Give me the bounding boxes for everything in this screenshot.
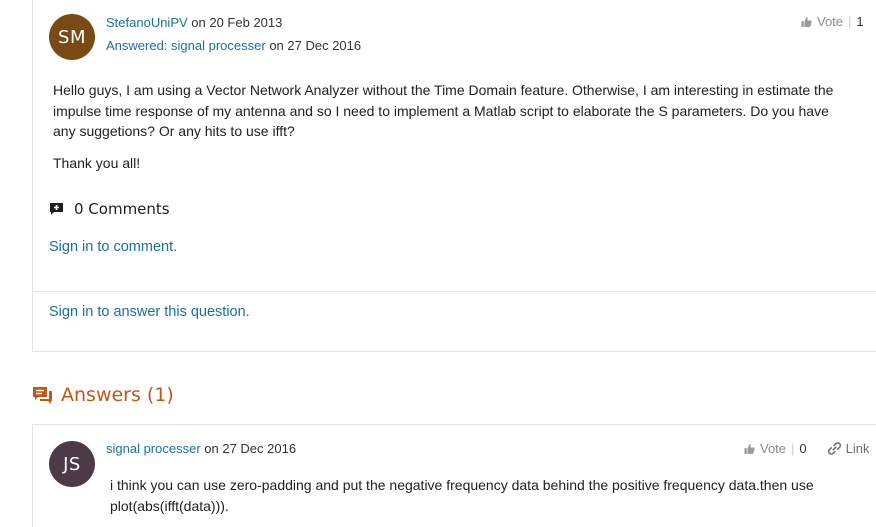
answered-line: Answered: signal processer on 27 Dec 201…: [106, 38, 361, 53]
answers-heading: Answers (1): [32, 384, 174, 406]
question-vote[interactable]: Vote | 1: [801, 14, 864, 29]
vote-count: 1: [856, 14, 864, 29]
answered-date: 27 Dec 2016: [287, 38, 362, 53]
comments-header: 0 Comments: [49, 200, 170, 218]
avatar[interactable]: JS: [49, 441, 95, 487]
vote-separator: |: [848, 14, 852, 29]
vote-label: Vote: [760, 441, 787, 456]
sign-in-to-comment-link[interactable]: Sign in to comment.: [49, 239, 177, 255]
answer-actions: Vote | 0 Link: [744, 441, 870, 456]
answered-by-link[interactable]: Answered: signal processer: [106, 38, 266, 53]
comments-count-label: 0 Comments: [74, 200, 170, 218]
posted-date: 20 Feb 2013: [209, 15, 283, 30]
comment-plus-icon: [50, 203, 63, 215]
vote-separator: |: [791, 441, 795, 456]
thumbs-up-icon: [801, 16, 812, 27]
answers-bubble-icon: [33, 386, 52, 404]
sign-in-to-answer-link[interactable]: Sign in to answer this question.: [49, 304, 250, 320]
question-card: SM StefanoUniPV on 20 Feb 2013 Answered:…: [32, 0, 876, 352]
answered-prefix: on: [265, 38, 288, 53]
link-label: Link: [845, 441, 870, 456]
question-paragraph: Hello guys, I am using a Vector Network …: [53, 82, 834, 139]
thumbs-up-icon: [744, 443, 755, 454]
question-author-line: StefanoUniPV on 20 Feb 2013: [106, 15, 282, 30]
posted-date: 27 Dec 2016: [222, 441, 297, 456]
author-link[interactable]: signal processer: [106, 441, 201, 456]
question-body: Hello guys, I am using a Vector Network …: [53, 80, 853, 173]
avatar[interactable]: SM: [49, 14, 95, 60]
answer-link-button[interactable]: Link: [827, 441, 870, 456]
answers-heading-label: Answers (1): [61, 384, 174, 406]
vote-label: Vote: [817, 14, 844, 29]
answer-vote[interactable]: Vote | 0: [744, 441, 807, 456]
author-link[interactable]: StefanoUniPV: [106, 15, 188, 30]
divider: [33, 291, 876, 292]
answer-body: i think you can use zero-padding and put…: [110, 477, 814, 514]
chain-link-icon: [827, 442, 841, 455]
answer-card: JS signal processer on 27 Dec 2016 Vote …: [32, 424, 876, 527]
vote-count: 0: [799, 441, 807, 456]
answer-author-line: signal processer on 27 Dec 2016: [106, 441, 296, 456]
posted-prefix: on: [200, 441, 223, 456]
question-paragraph: Thank you all!: [53, 154, 141, 171]
posted-prefix: on: [187, 15, 210, 30]
